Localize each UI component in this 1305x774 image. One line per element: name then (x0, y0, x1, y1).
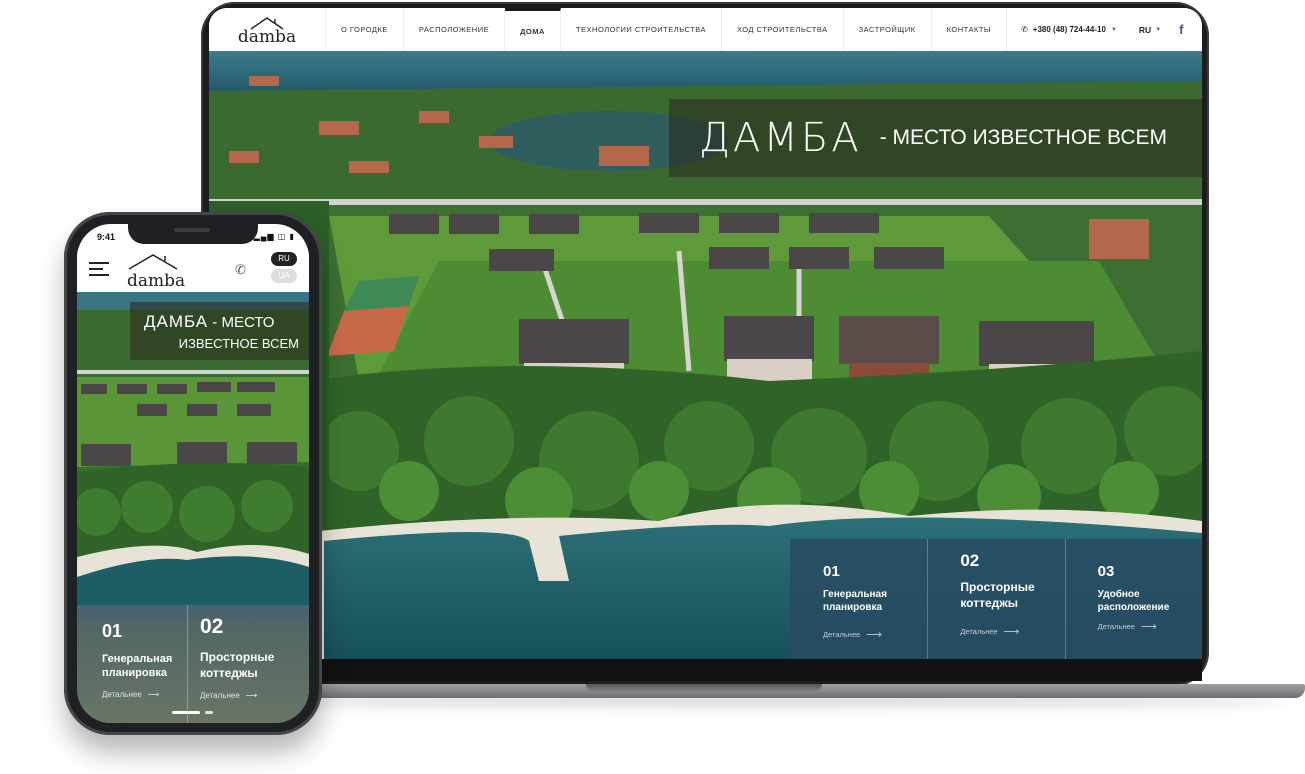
feature-card[interactable]: 02 Просторные коттеджы Детальнее ⟶ (927, 539, 1064, 659)
nav-phone[interactable]: ✆ +380 (48) 724-44-10 ▼ (1007, 8, 1131, 51)
laptop-opening-notch (586, 684, 822, 691)
facebook-icon[interactable]: f (1169, 8, 1193, 51)
site-logo[interactable]: damba (209, 8, 326, 51)
arrow-right-icon: ⟶ (1140, 621, 1157, 633)
status-bar-icons: ▂▄▆ ◫ ▮ (253, 232, 295, 241)
carousel-pager[interactable] (172, 711, 213, 714)
logo-text: damba (127, 271, 186, 291)
feature-more-link[interactable]: Детальнее ⟶ (823, 628, 927, 641)
pager-dot[interactable] (205, 711, 213, 714)
phone-notch (128, 224, 258, 244)
language-current: RU (1138, 24, 1152, 35)
nav-item-contacts[interactable]: КОНТАКТЫ (932, 8, 1008, 51)
mobile-hero-brand: ДАМБА (144, 312, 209, 331)
nav-item-about[interactable]: О ГОРОДКЕ (326, 8, 404, 51)
phone-icon: ✆ (1021, 25, 1028, 34)
arrow-right-icon: ⟶ (866, 629, 883, 641)
phone-icon[interactable]: ✆ (235, 262, 246, 278)
house-roof-logo-icon (128, 254, 178, 270)
mobile-feature-card[interactable]: 02 Просторные коттеджы Детальнее ⟶ (187, 605, 309, 723)
mobile-logo[interactable]: damba (125, 252, 185, 291)
chevron-down-icon: ▼ (1110, 26, 1117, 33)
phone-speaker (174, 228, 210, 232)
feature-number: 01 (823, 563, 840, 580)
feature-more-link[interactable]: Детальнее ⟶ (200, 691, 309, 700)
feature-more-link[interactable]: Детальнее ⟶ (960, 625, 1064, 638)
chevron-down-icon: ▼ (1155, 26, 1162, 33)
nav-item-location[interactable]: РАСПОЛОЖЕНИЕ (404, 8, 506, 51)
feature-more-link[interactable]: Детальнее ⟶ (102, 690, 187, 699)
feature-number: 02 (960, 551, 980, 570)
mobile-feature-card[interactable]: 01 Генеральная планировка Детальнее ⟶ (77, 605, 187, 723)
hero-section: ДАМБА - МЕСТО ИЗВЕСТНОЕ ВСЕМ 01 Генераль… (209, 51, 1202, 659)
hero-tagline: - МЕСТО ИЗВЕСТНОЕ ВСЕМ (879, 126, 1167, 149)
phone-screen: 9:41 ▂▄▆ ◫ ▮ damba ✆ RU UA ДАМБА - МЕСТО… (77, 224, 309, 723)
arrow-right-icon: ⟶ (245, 691, 258, 700)
feature-more-link[interactable]: Детальнее ⟶ (1098, 620, 1202, 633)
feature-number: 02 (200, 615, 224, 638)
arrow-right-icon: ⟶ (1003, 626, 1020, 638)
nav-item-technologies[interactable]: ТЕХНОЛОГИИ СТРОИТЕЛЬСТВА (561, 8, 722, 51)
feature-card[interactable]: 03 Удобное расположение Детальнее ⟶ (1064, 539, 1202, 659)
phone-number: +380 (48) 724-44-10 (1032, 25, 1106, 34)
features-panel: 01 Генеральная планировка Детальнее ⟶ 02 П… (790, 539, 1202, 659)
laptop-screen: damba О ГОРОДКЕ РАСПОЛОЖЕНИЕ ДОМА ТЕХНОЛ… (209, 8, 1202, 659)
pager-dot-active[interactable] (172, 711, 200, 714)
feature-number: 03 (1097, 563, 1115, 580)
laptop-bezel-bottom (209, 659, 1202, 681)
feature-title: Удобное расположение (1097, 589, 1170, 613)
hero-brand: ДАМБА (699, 115, 862, 161)
nav-item-progress[interactable]: ХОД СТРОИТЕЛЬСТВА (722, 8, 844, 51)
hamburger-menu-icon[interactable] (89, 262, 109, 278)
feature-title: Генеральная планировка (823, 589, 887, 613)
mobile-hero: ДАМБА - МЕСТО ИЗВЕСТНОЕ ВСЕМ 01 Генераль… (77, 292, 309, 723)
feature-title: Генеральная планировка (102, 653, 173, 679)
site-navigation: damba О ГОРОДКЕ РАСПОЛОЖЕНИЕ ДОМА ТЕХНОЛ… (209, 8, 1202, 52)
arrow-right-icon: ⟶ (147, 690, 160, 699)
nav-item-developer[interactable]: ЗАСТРОЙЩИК (844, 8, 932, 51)
mobile-hero-banner: ДАМБА - МЕСТО ИЗВЕСТНОЕ ВСЕМ (130, 302, 309, 360)
mobile-hero-tagline-1: - МЕСТО (208, 314, 275, 331)
feature-title: Просторные коттеджы (200, 650, 275, 680)
logo-text: damba (237, 26, 297, 47)
mobile-header: damba ✆ RU UA (77, 248, 309, 292)
feature-title: Просторные коттеджы (960, 580, 1035, 610)
mobile-features-panel: 01 Генеральная планировка Детальнее ⟶ 02 П… (77, 605, 309, 723)
feature-card[interactable]: 01 Генеральная планировка Детальнее ⟶ (790, 539, 927, 659)
nav-item-houses[interactable]: ДОМА (505, 8, 561, 51)
status-bar-time: 9:41 (97, 232, 116, 242)
mobile-hero-tagline-2: ИЗВЕСТНОЕ ВСЕМ (178, 336, 299, 351)
language-ua-button[interactable]: UA (271, 269, 297, 283)
language-ru-button[interactable]: RU (271, 252, 297, 266)
language-select[interactable]: RU ▼ (1131, 8, 1169, 51)
hero-banner: ДАМБА - МЕСТО ИЗВЕСТНОЕ ВСЕМ (669, 99, 1202, 177)
feature-number: 01 (102, 621, 123, 641)
